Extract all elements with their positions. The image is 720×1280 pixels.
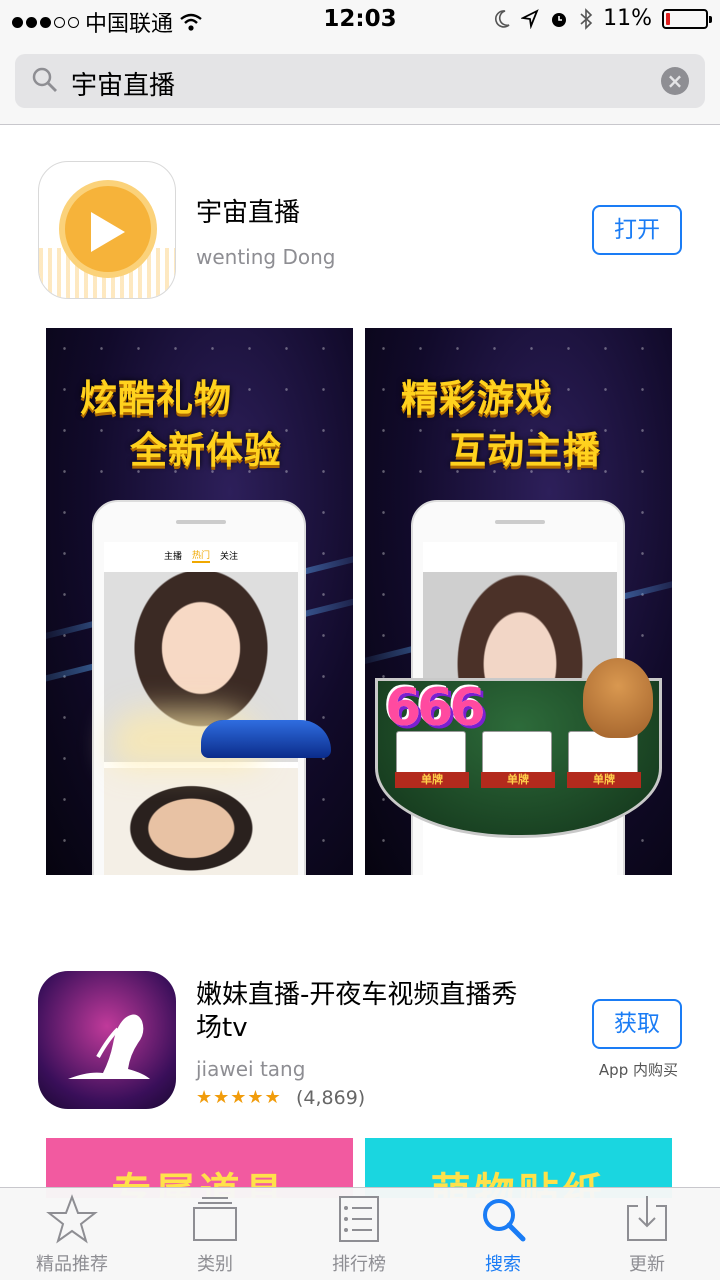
- phone-mockup: 主播 热门 关注: [92, 500, 306, 875]
- location-arrow-icon: [521, 8, 539, 29]
- screenshot-subheadline: 全新体验: [130, 429, 282, 472]
- search-icon: [483, 1199, 526, 1242]
- teddy-bear-gift: [583, 658, 653, 738]
- search-header: 宇宙直播 ×: [0, 40, 720, 125]
- rating-stars: ★★★★★: [196, 1087, 282, 1108]
- app-icon-yuzhou[interactable]: [38, 161, 176, 299]
- list-icon: [339, 1196, 379, 1242]
- tab-label: 类别: [197, 1254, 233, 1275]
- tab-featured[interactable]: 精品推荐: [12, 1194, 132, 1276]
- in-app-purchase-label: App 内购买: [598, 1061, 678, 1079]
- rating-count: (4,869): [296, 1087, 366, 1109]
- app-screenshot-1[interactable]: 炫酷礼物 全新体验 主播 热门 关注: [46, 328, 353, 875]
- moon-icon: [495, 9, 510, 28]
- tab-label: 排行榜: [332, 1254, 386, 1275]
- tab-top-charts[interactable]: 排行榜: [299, 1194, 419, 1276]
- open-button[interactable]: 打开: [592, 205, 682, 255]
- tab-search[interactable]: 搜索: [443, 1194, 563, 1276]
- screenshot-subheadline: 互动主播: [449, 429, 601, 472]
- app-developer: wenting Dong: [196, 245, 336, 269]
- status-bar: 中国联通 12:03 11%: [0, 0, 720, 40]
- search-query-text: 宇宙直播: [71, 71, 176, 101]
- app-screenshot-2[interactable]: 精彩游戏 互动主播 单牌 单牌 单牌 666: [365, 328, 672, 875]
- tab-updates[interactable]: 更新: [587, 1194, 707, 1276]
- alarm-icon: [552, 12, 567, 27]
- star-icon: [46, 1194, 98, 1244]
- screenshot-headline: 精彩游戏: [401, 377, 553, 420]
- download-icon: [627, 1196, 667, 1241]
- get-button[interactable]: 获取: [592, 999, 682, 1049]
- search-input[interactable]: 宇宙直播 ×: [15, 54, 705, 108]
- car-gift-image: [201, 720, 331, 758]
- clear-search-button[interactable]: ×: [661, 67, 689, 95]
- app-title[interactable]: 宇宙直播: [196, 197, 300, 230]
- app-title[interactable]: 嫩妹直播-开夜车视频直播秀: [196, 979, 517, 1012]
- tab-bar: 精品推荐 类别 排行榜 搜索 更新: [0, 1187, 720, 1280]
- tab-categories[interactable]: 类别: [155, 1194, 275, 1276]
- battery-icon: [662, 8, 712, 29]
- tab-label: 更新: [629, 1254, 665, 1275]
- tab-label: 精品推荐: [36, 1254, 108, 1275]
- app-title-continued[interactable]: 场tv: [196, 1012, 248, 1045]
- app-developer: jiawei tang: [196, 1057, 306, 1081]
- streamer-photo: [104, 768, 298, 875]
- tab-label: 搜索: [485, 1254, 521, 1275]
- 666-sticker: 666: [385, 678, 486, 738]
- search-icon: [32, 67, 57, 92]
- battery-percent: 11%: [603, 6, 652, 31]
- bluetooth-icon: [580, 7, 593, 30]
- screenshot-headline: 炫酷礼物: [80, 377, 232, 420]
- app-icon-nenmei[interactable]: [38, 971, 176, 1109]
- stack-icon: [193, 1197, 237, 1241]
